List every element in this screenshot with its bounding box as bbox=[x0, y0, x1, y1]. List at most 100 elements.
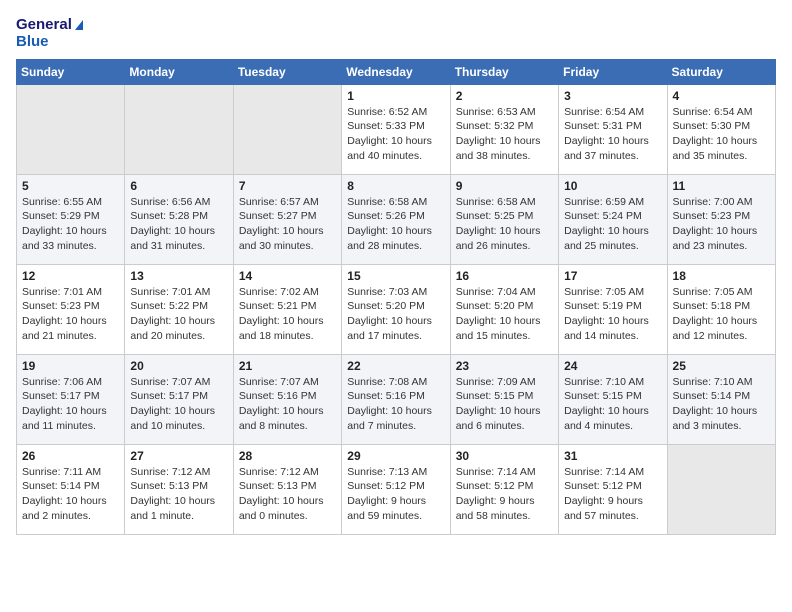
day-number: 15 bbox=[347, 269, 444, 283]
calendar-cell: 4Sunrise: 6:54 AM Sunset: 5:30 PM Daylig… bbox=[667, 84, 775, 174]
calendar-cell: 8Sunrise: 6:58 AM Sunset: 5:26 PM Daylig… bbox=[342, 174, 450, 264]
calendar-cell: 21 Sunrise: 7:07 AM Sunset: 5:16 PM Dayli… bbox=[233, 354, 341, 444]
day-info: Sunrise: 6:53 AM Sunset: 5:32 PM Dayligh… bbox=[456, 105, 553, 164]
day-info: Sunrise: 6:54 AM Sunset: 5:31 PM Dayligh… bbox=[564, 105, 661, 164]
day-number: 30 bbox=[456, 449, 553, 463]
day-info: Sunrise: 7:07 AM Sunset: 5:16 PM Dayligh… bbox=[239, 375, 336, 434]
calendar-header: SundayMondayTuesdayWednesdayThursdayFrid… bbox=[17, 59, 776, 84]
day-number: 27 bbox=[130, 449, 227, 463]
day-info: Sunrise: 7:07 AM Sunset: 5:17 PM Dayligh… bbox=[130, 375, 227, 434]
day-info: Sunrise: 7:14 AM Sunset: 5:12 PM Dayligh… bbox=[456, 465, 553, 524]
calendar-cell: 5Sunrise: 6:55 AM Sunset: 5:29 PM Daylig… bbox=[17, 174, 125, 264]
calendar-cell: 18Sunrise: 7:05 AM Sunset: 5:18 PM Dayli… bbox=[667, 264, 775, 354]
calendar-cell bbox=[233, 84, 341, 174]
day-number: 19 bbox=[22, 359, 119, 373]
day-number: 16 bbox=[456, 269, 553, 283]
day-number: 31 bbox=[564, 449, 661, 463]
calendar-week-row: 26 Sunrise: 7:11 AM Sunset: 5:14 PM Dayli… bbox=[17, 444, 776, 534]
day-info: Sunrise: 7:03 AM Sunset: 5:20 PM Dayligh… bbox=[347, 285, 444, 344]
calendar-cell: 25 Sunrise: 7:10 AM Sunset: 5:14 PM Dayli… bbox=[667, 354, 775, 444]
day-info: Sunrise: 6:58 AM Sunset: 5:26 PM Dayligh… bbox=[347, 195, 444, 254]
calendar-cell: 30 Sunrise: 7:14 AM Sunset: 5:12 PM Dayli… bbox=[450, 444, 558, 534]
calendar-week-row: 19 Sunrise: 7:06 AM Sunset: 5:17 PM Dayli… bbox=[17, 354, 776, 444]
page-header: General Blue bbox=[16, 16, 776, 51]
calendar-cell: 7 Sunrise: 6:57 AM Sunset: 5:27 PM Daylig… bbox=[233, 174, 341, 264]
day-info: Sunrise: 7:06 AM Sunset: 5:17 PM Dayligh… bbox=[22, 375, 119, 434]
calendar-cell: 22 Sunrise: 7:08 AM Sunset: 5:16 PM Dayli… bbox=[342, 354, 450, 444]
weekday-header-row: SundayMondayTuesdayWednesdayThursdayFrid… bbox=[17, 59, 776, 84]
calendar-cell: 20 Sunrise: 7:07 AM Sunset: 5:17 PM Dayli… bbox=[125, 354, 233, 444]
calendar-cell: 16Sunrise: 7:04 AM Sunset: 5:20 PM Dayli… bbox=[450, 264, 558, 354]
day-info: Sunrise: 7:05 AM Sunset: 5:19 PM Dayligh… bbox=[564, 285, 661, 344]
day-info: Sunrise: 7:12 AM Sunset: 5:13 PM Dayligh… bbox=[130, 465, 227, 524]
day-number: 4 bbox=[673, 89, 770, 103]
day-number: 23 bbox=[456, 359, 553, 373]
day-number: 10 bbox=[564, 179, 661, 193]
day-info: Sunrise: 7:08 AM Sunset: 5:16 PM Dayligh… bbox=[347, 375, 444, 434]
calendar-cell: 19 Sunrise: 7:06 AM Sunset: 5:17 PM Dayli… bbox=[17, 354, 125, 444]
day-number: 2 bbox=[456, 89, 553, 103]
day-info: Sunrise: 7:00 AM Sunset: 5:23 PM Dayligh… bbox=[673, 195, 770, 254]
day-number: 24 bbox=[564, 359, 661, 373]
day-number: 14 bbox=[239, 269, 336, 283]
day-number: 26 bbox=[22, 449, 119, 463]
day-number: 12 bbox=[22, 269, 119, 283]
calendar-cell: 27 Sunrise: 7:12 AM Sunset: 5:13 PM Dayli… bbox=[125, 444, 233, 534]
calendar-cell bbox=[17, 84, 125, 174]
calendar-cell: 11 Sunrise: 7:00 AM Sunset: 5:23 PM Dayli… bbox=[667, 174, 775, 264]
calendar-cell: 1 Sunrise: 6:52 AM Sunset: 5:33 PM Daylig… bbox=[342, 84, 450, 174]
calendar-cell: 13 Sunrise: 7:01 AM Sunset: 5:22 PM Dayli… bbox=[125, 264, 233, 354]
day-number: 3 bbox=[564, 89, 661, 103]
calendar-cell: 9 Sunrise: 6:58 AM Sunset: 5:25 PM Daylig… bbox=[450, 174, 558, 264]
day-number: 17 bbox=[564, 269, 661, 283]
calendar-cell: 17 Sunrise: 7:05 AM Sunset: 5:19 PM Dayli… bbox=[559, 264, 667, 354]
weekday-header-wednesday: Wednesday bbox=[342, 59, 450, 84]
calendar-cell: 12 Sunrise: 7:01 AM Sunset: 5:23 PM Dayli… bbox=[17, 264, 125, 354]
day-number: 7 bbox=[239, 179, 336, 193]
day-info: Sunrise: 6:55 AM Sunset: 5:29 PM Dayligh… bbox=[22, 195, 119, 254]
weekday-header-friday: Friday bbox=[559, 59, 667, 84]
weekday-header-sunday: Sunday bbox=[17, 59, 125, 84]
day-number: 21 bbox=[239, 359, 336, 373]
calendar-cell: 2 Sunrise: 6:53 AM Sunset: 5:32 PM Daylig… bbox=[450, 84, 558, 174]
calendar-cell: 26 Sunrise: 7:11 AM Sunset: 5:14 PM Dayli… bbox=[17, 444, 125, 534]
calendar-cell: 3 Sunrise: 6:54 AM Sunset: 5:31 PM Daylig… bbox=[559, 84, 667, 174]
day-number: 1 bbox=[347, 89, 444, 103]
day-info: Sunrise: 7:10 AM Sunset: 5:14 PM Dayligh… bbox=[673, 375, 770, 434]
day-info: Sunrise: 6:57 AM Sunset: 5:27 PM Dayligh… bbox=[239, 195, 336, 254]
calendar-cell: 29 Sunrise: 7:13 AM Sunset: 5:12 PM Dayli… bbox=[342, 444, 450, 534]
day-info: Sunrise: 7:13 AM Sunset: 5:12 PM Dayligh… bbox=[347, 465, 444, 524]
day-info: Sunrise: 7:11 AM Sunset: 5:14 PM Dayligh… bbox=[22, 465, 119, 524]
weekday-header-saturday: Saturday bbox=[667, 59, 775, 84]
calendar-cell: 14 Sunrise: 7:02 AM Sunset: 5:21 PM Dayli… bbox=[233, 264, 341, 354]
day-number: 9 bbox=[456, 179, 553, 193]
calendar-cell: 23 Sunrise: 7:09 AM Sunset: 5:15 PM Dayli… bbox=[450, 354, 558, 444]
calendar-cell: 28 Sunrise: 7:12 AM Sunset: 5:13 PM Dayli… bbox=[233, 444, 341, 534]
logo-blue: Blue bbox=[16, 33, 83, 50]
day-info: Sunrise: 7:02 AM Sunset: 5:21 PM Dayligh… bbox=[239, 285, 336, 344]
day-number: 13 bbox=[130, 269, 227, 283]
weekday-header-monday: Monday bbox=[125, 59, 233, 84]
calendar-cell: 24Sunrise: 7:10 AM Sunset: 5:15 PM Dayli… bbox=[559, 354, 667, 444]
day-info: Sunrise: 7:01 AM Sunset: 5:23 PM Dayligh… bbox=[22, 285, 119, 344]
day-number: 11 bbox=[673, 179, 770, 193]
day-info: Sunrise: 6:52 AM Sunset: 5:33 PM Dayligh… bbox=[347, 105, 444, 164]
calendar-week-row: 5Sunrise: 6:55 AM Sunset: 5:29 PM Daylig… bbox=[17, 174, 776, 264]
calendar-cell: 6Sunrise: 6:56 AM Sunset: 5:28 PM Daylig… bbox=[125, 174, 233, 264]
day-info: Sunrise: 7:09 AM Sunset: 5:15 PM Dayligh… bbox=[456, 375, 553, 434]
calendar-table: SundayMondayTuesdayWednesdayThursdayFrid… bbox=[16, 59, 776, 535]
day-number: 29 bbox=[347, 449, 444, 463]
day-info: Sunrise: 7:12 AM Sunset: 5:13 PM Dayligh… bbox=[239, 465, 336, 524]
day-info: Sunrise: 7:01 AM Sunset: 5:22 PM Dayligh… bbox=[130, 285, 227, 344]
day-number: 6 bbox=[130, 179, 227, 193]
weekday-header-tuesday: Tuesday bbox=[233, 59, 341, 84]
calendar-cell: 31 Sunrise: 7:14 AM Sunset: 5:12 PM Dayli… bbox=[559, 444, 667, 534]
day-number: 22 bbox=[347, 359, 444, 373]
day-number: 18 bbox=[673, 269, 770, 283]
day-number: 25 bbox=[673, 359, 770, 373]
day-info: Sunrise: 7:14 AM Sunset: 5:12 PM Dayligh… bbox=[564, 465, 661, 524]
day-number: 28 bbox=[239, 449, 336, 463]
calendar-body: 1 Sunrise: 6:52 AM Sunset: 5:33 PM Daylig… bbox=[17, 84, 776, 534]
day-number: 20 bbox=[130, 359, 227, 373]
day-info: Sunrise: 6:58 AM Sunset: 5:25 PM Dayligh… bbox=[456, 195, 553, 254]
